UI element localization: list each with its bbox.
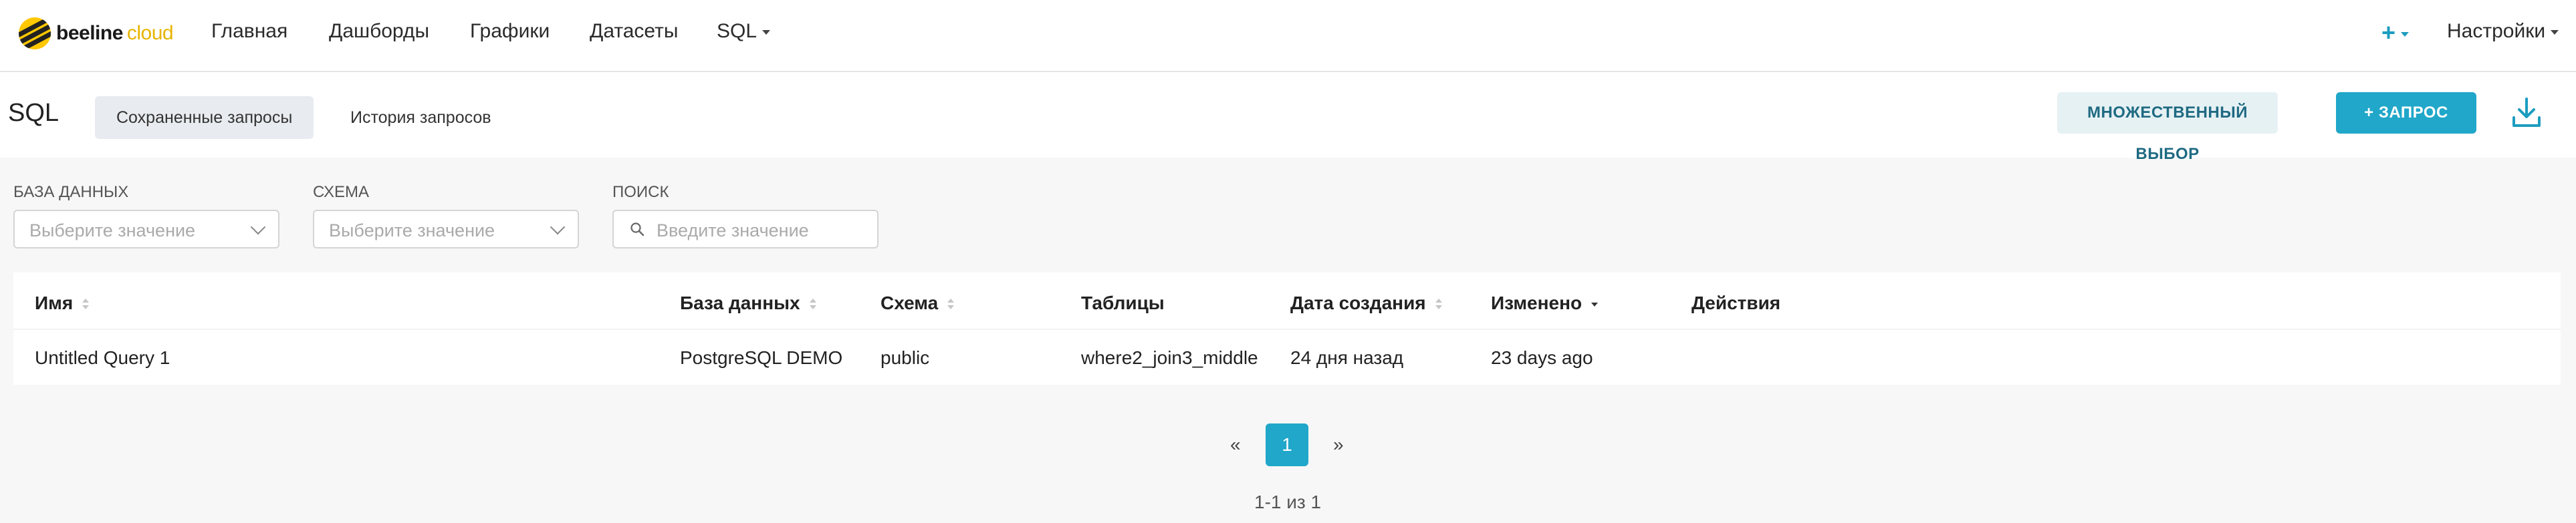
database-filter-label: БАЗА ДАННЫХ [13, 183, 129, 201]
database-select[interactable]: Выберите значение [13, 210, 279, 248]
search-input-placeholder: Введите значение [657, 220, 809, 240]
column-header-modified[interactable]: Изменено [1491, 293, 1599, 314]
new-query-button[interactable]: + ЗАПРОС [2336, 92, 2476, 134]
header-divider [13, 329, 2561, 330]
modified-cell: 23 days ago [1491, 347, 1593, 368]
bulk-select-button[interactable]: МНОЖЕСТВЕННЫЙ ВЫБОР [2057, 92, 2278, 163]
column-header-actions: Действия [1691, 293, 1781, 313]
pagination-next[interactable]: » [1333, 423, 1344, 466]
plus-icon: + [2381, 19, 2396, 46]
settings-label: Настройки [2447, 20, 2546, 42]
schema-cell: public [881, 347, 930, 368]
chevron-down-icon [250, 219, 266, 235]
pagination-page[interactable]: 1 [1266, 423, 1308, 466]
brand-logo[interactable]: beeline cloud [19, 15, 174, 52]
sort-icon [1435, 298, 1442, 311]
query-name-cell[interactable]: Untitled Query 1 [35, 347, 170, 369]
chevron-down-icon [762, 29, 771, 35]
page-title: SQL [8, 99, 60, 127]
schema-filter-label: СХЕМА [313, 183, 369, 201]
settings-menu[interactable]: Настройки [2447, 20, 2559, 43]
tab-saved-queries[interactable]: Сохраненные запросы [95, 96, 314, 139]
saved-queries-table: Имя База данных Схема Таблицы Дата созда… [13, 273, 2561, 385]
top-navbar: beeline cloud Главная Дашборды Графики Да… [0, 0, 2576, 72]
chevron-down-icon [550, 219, 566, 235]
column-header-schema[interactable]: Схема [881, 293, 955, 314]
pagination-prev[interactable]: « [1230, 423, 1241, 466]
nav-charts[interactable]: Графики [470, 20, 550, 43]
nav-datasets[interactable]: Датасеты [590, 20, 678, 43]
search-filter-label: ПОИСК [612, 183, 669, 201]
tab-query-history[interactable]: История запросов [329, 96, 513, 139]
search-icon [630, 222, 645, 236]
pagination-summary: 1-1 из 1 [1254, 492, 1322, 512]
nav-home[interactable]: Главная [211, 20, 287, 43]
filters-bar: БАЗА ДАННЫХ Выберите значение СХЕМА Выбе… [0, 158, 2576, 267]
nav-sql-menu[interactable]: SQL [717, 20, 771, 43]
chevron-down-icon [2401, 31, 2410, 37]
beeline-logo-icon [19, 17, 51, 49]
nav-sql-label: SQL [717, 20, 757, 42]
chevron-down-icon [2551, 29, 2559, 35]
schema-select[interactable]: Выберите значение [313, 210, 579, 248]
brand-name: beeline cloud [56, 22, 174, 44]
nav-dashboards[interactable]: Дашборды [329, 20, 429, 43]
column-header-created[interactable]: Дата создания [1290, 293, 1442, 314]
sort-icon [82, 298, 90, 311]
sort-icon [947, 298, 955, 311]
database-cell: PostgreSQL DEMO [680, 347, 843, 368]
created-cell: 24 дня назад [1290, 347, 1404, 368]
page-header: SQL Сохраненные запросы История запросов… [0, 72, 2576, 163]
column-header-name[interactable]: Имя [35, 293, 90, 314]
add-new-menu[interactable]: + [2381, 19, 2410, 47]
sort-icon [809, 298, 816, 311]
database-select-placeholder: Выберите значение [29, 220, 196, 240]
schema-select-placeholder: Выберите значение [329, 220, 495, 240]
search-input[interactable]: Введите значение [612, 210, 879, 248]
sort-desc-icon [1591, 299, 1599, 311]
tables-cell: where2_join3_middle [1081, 347, 1258, 368]
download-icon[interactable] [2511, 96, 2542, 130]
column-header-tables: Таблицы [1081, 293, 1165, 313]
column-header-database[interactable]: База данных [680, 293, 816, 314]
